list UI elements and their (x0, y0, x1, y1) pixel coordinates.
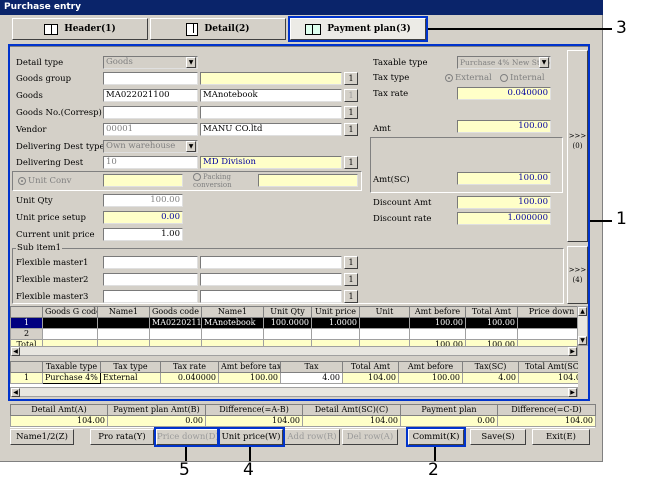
summary-value: 104.00 (205, 415, 303, 427)
pro-rata-button[interactable]: Pro rata(Y) (90, 429, 154, 445)
save-button[interactable]: Save(S) (470, 429, 526, 445)
summary-value: 0.00 (400, 415, 498, 427)
tab-detail[interactable]: Detail(2) (150, 18, 286, 40)
summary-value: 104.00 (10, 415, 108, 427)
callout-line-1 (590, 220, 612, 222)
callout-number-3: 3 (616, 18, 627, 38)
summary-table: Detail Amt(A) Payment plan Amt(B) Differ… (10, 404, 596, 427)
summary-header: Detail Amt(A) Payment plan Amt(B) Differ… (10, 404, 596, 416)
exit-button[interactable]: Exit(E) (532, 429, 590, 445)
callout-line-2 (434, 447, 436, 461)
callout-box-5 (154, 427, 220, 447)
summary-header-cell: Payment plan Amt(B) (107, 404, 206, 416)
tab-header[interactable]: Header(1) (12, 18, 148, 40)
summary-header-cell: Difference(=C-D) (497, 404, 596, 416)
callout-line-5 (185, 447, 187, 461)
callout-number-5: 5 (179, 460, 190, 480)
summary-values: 104.00 0.00 104.00 104.00 0.00 104.00 (10, 415, 596, 427)
callout-box-1 (8, 44, 590, 401)
book-icon (44, 23, 59, 35)
tab-header-label: Header(1) (64, 24, 116, 34)
del-row-button[interactable]: Del row(A) (342, 429, 398, 445)
callout-number-2: 2 (428, 460, 439, 480)
callout-box-2 (406, 427, 466, 447)
summary-grid: Detail Amt(A) Payment plan Amt(B) Differ… (10, 404, 596, 428)
summary-value: 0.00 (107, 415, 206, 427)
callout-number-1: 1 (616, 209, 627, 229)
summary-header-cell: Detail Amt(SC)(C) (302, 404, 401, 416)
callout-box-4 (217, 427, 285, 447)
add-row-button[interactable]: Add row(R) (284, 429, 340, 445)
callout-number-4: 4 (243, 460, 254, 480)
tab-detail-label: Detail(2) (204, 24, 250, 34)
callout-box-3 (288, 16, 428, 42)
summary-header-cell: Payment plan (400, 404, 498, 416)
callout-line-4 (249, 447, 251, 461)
name-toggle-button[interactable]: Name1/2(Z) (10, 429, 74, 445)
summary-value: 104.00 (497, 415, 596, 427)
summary-header-cell: Detail Amt(A) (10, 404, 108, 416)
window-title: Purchase entry (0, 0, 603, 15)
callout-line-3 (428, 28, 612, 30)
document-icon (186, 22, 199, 36)
summary-header-cell: Difference(=A-B) (205, 404, 303, 416)
summary-value: 104.00 (302, 415, 401, 427)
